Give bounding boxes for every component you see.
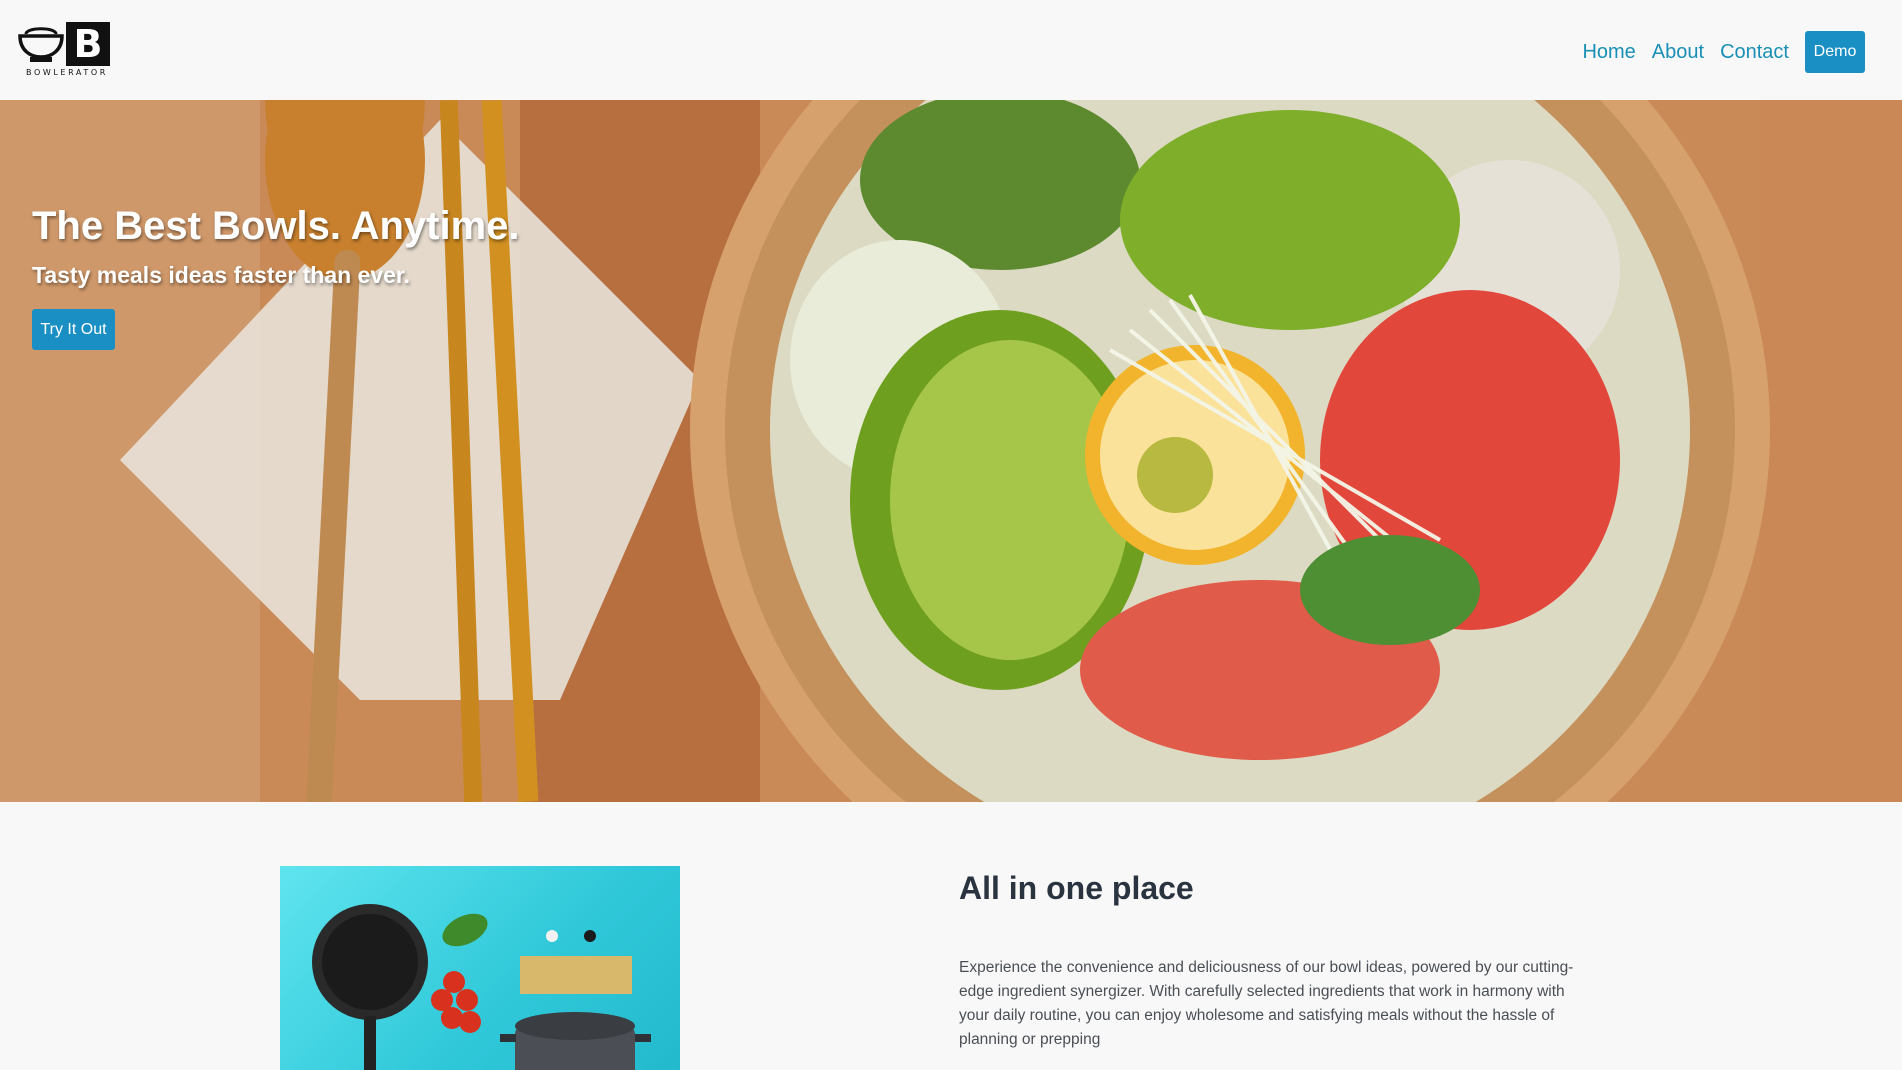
nav-about-link[interactable]: About [1652,32,1704,72]
demo-button[interactable]: Demo [1805,31,1865,73]
hero-title: The Best Bowls. Anytime. [32,204,520,248]
nav-home-link[interactable]: Home [1582,32,1635,72]
cooking-ingredients-image [280,866,680,1070]
hero-section: The Best Bowls. Anytime. Tasty meals ide… [0,100,1902,802]
brand-logo[interactable]: B BOWLERATOR [18,22,113,78]
brand-name: BOWLERATOR [26,68,108,77]
navbar: B BOWLERATOR Home About Contact Demo [0,0,1902,100]
feature-title: All in one place [959,870,1194,906]
try-it-out-button[interactable]: Try It Out [32,309,115,350]
main-nav: Home About Contact Demo [1566,31,1865,73]
nav-contact-link[interactable]: Contact [1720,32,1789,72]
brand-letter: B [66,22,110,66]
cooking-ingredients-illustration [312,904,651,1070]
feature-description: Experience the convenience and delicious… [959,959,1574,1048]
hero-subtitle: Tasty meals ideas faster than ever. [32,262,410,288]
bowl-icon [18,27,64,62]
